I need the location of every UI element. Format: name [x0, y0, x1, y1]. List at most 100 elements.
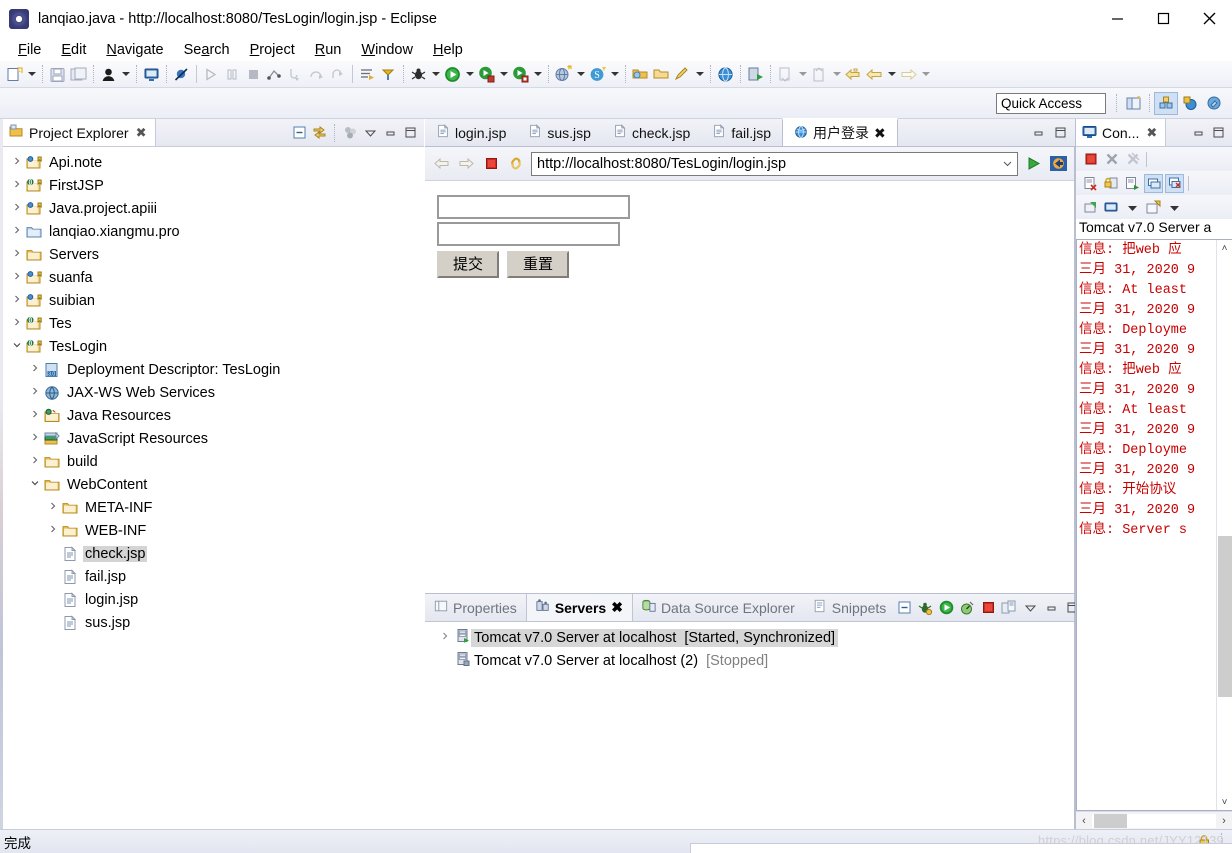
run-icon[interactable]: [442, 64, 463, 85]
tree-item[interactable]: suibian: [3, 289, 424, 312]
open-console-icon[interactable]: [1081, 198, 1100, 217]
server-row[interactable]: Tomcat v7.0 Server at localhost (2) [Sto…: [425, 649, 1074, 672]
chevron-right-icon[interactable]: [27, 363, 43, 376]
tree-item[interactable]: Servers: [3, 243, 424, 266]
chevron-right-icon[interactable]: [45, 524, 61, 537]
tree-item[interactable]: TesLogin: [3, 335, 424, 358]
chevron-right-icon[interactable]: [27, 432, 43, 445]
collapse-all-icon[interactable]: [290, 124, 308, 142]
bottom-tab[interactable]: Servers ✖: [525, 594, 633, 621]
clear-console-icon[interactable]: [1081, 174, 1100, 193]
menu-window[interactable]: Window: [351, 38, 423, 61]
tree-item[interactable]: suanfa: [3, 266, 424, 289]
tree-item[interactable]: Api.note: [3, 151, 424, 174]
chevron-right-icon[interactable]: [27, 409, 43, 422]
skip-breakpoints-icon[interactable]: [171, 64, 192, 85]
view-menu-icon[interactable]: [1021, 599, 1039, 617]
chevron-right-icon[interactable]: [435, 631, 455, 644]
next-annotation-dropdown-icon[interactable]: [796, 64, 809, 85]
submit-button[interactable]: 提交: [437, 251, 500, 279]
menu-file[interactable]: File: [8, 38, 51, 61]
console-view-icon[interactable]: [141, 64, 162, 85]
go-play-icon[interactable]: [1023, 154, 1043, 174]
save-icon[interactable]: [47, 64, 68, 85]
console-horizontal-scrollbar[interactable]: ‹ ›: [1076, 811, 1232, 829]
tree-item[interactable]: fail.jsp: [3, 565, 424, 588]
new-console-view-icon[interactable]: [1144, 198, 1163, 217]
console-vertical-scrollbar[interactable]: ˄ ˅: [1216, 240, 1232, 810]
person-dropdown-icon[interactable]: [119, 64, 132, 85]
new-servlet-dropdown-icon[interactable]: [608, 64, 621, 85]
password-input[interactable]: [437, 222, 620, 246]
chevron-down-icon[interactable]: [9, 340, 25, 353]
close-icon[interactable]: ✖: [874, 125, 886, 142]
terminate-icon[interactable]: [1081, 150, 1100, 169]
link-with-editor-icon[interactable]: [310, 124, 328, 142]
maximize-button[interactable]: [1140, 0, 1186, 38]
maximize-view-icon[interactable]: [401, 124, 419, 142]
close-icon[interactable]: ✖: [136, 125, 147, 141]
minimize-button[interactable]: [1094, 0, 1140, 38]
new-icon[interactable]: [4, 64, 25, 85]
chevron-right-icon[interactable]: [9, 179, 25, 192]
run-server-dropdown-icon[interactable]: [497, 64, 510, 85]
menu-project[interactable]: Project: [240, 38, 305, 61]
open-external-browser-icon[interactable]: [1048, 154, 1068, 174]
publish-icon[interactable]: [1000, 599, 1018, 617]
perspective-debug-icon[interactable]: [1202, 92, 1226, 115]
chevron-right-icon[interactable]: [9, 248, 25, 261]
editor-tab[interactable]: sus.jsp: [517, 119, 602, 146]
start-server-icon[interactable]: [937, 599, 955, 617]
search-pencil-icon[interactable]: [672, 64, 693, 85]
minimize-view-icon[interactable]: [1189, 124, 1207, 142]
chevron-right-icon[interactable]: [9, 225, 25, 238]
view-menu-shapes-icon[interactable]: [341, 124, 359, 142]
url-combo[interactable]: http://localhost:8080/TesLogin/login.jsp: [531, 151, 1018, 176]
profile-server-icon[interactable]: [958, 599, 976, 617]
minimize-view-icon[interactable]: [1042, 599, 1060, 617]
console-output[interactable]: 信息: 把web 应三月 31, 2020 9 信息: At least 三月 31…: [1076, 239, 1232, 811]
tree-item[interactable]: login.jsp: [3, 588, 424, 611]
tree-item[interactable]: JavaScript Resources: [3, 427, 424, 450]
debug-dropdown-icon[interactable]: [429, 64, 442, 85]
debug-server-icon[interactable]: [916, 599, 934, 617]
bottom-tab[interactable]: Data Source Explorer: [633, 594, 804, 621]
scroll-track[interactable]: [1217, 256, 1232, 794]
chevron-down-icon[interactable]: [999, 158, 1015, 169]
last-edit-location-icon[interactable]: [843, 64, 864, 85]
scroll-right-icon[interactable]: ›: [1216, 815, 1232, 827]
chevron-down-icon[interactable]: [27, 478, 43, 491]
tree-item[interactable]: check.jsp: [3, 542, 424, 565]
forward-arrow-icon[interactable]: [456, 154, 476, 174]
url-text[interactable]: http://localhost:8080/TesLogin/login.jsp: [537, 156, 999, 172]
bottom-tab[interactable]: Properties: [425, 594, 526, 621]
open-resource-icon[interactable]: [651, 64, 672, 85]
menu-help[interactable]: Help: [423, 38, 473, 61]
perspective-java-ee-icon[interactable]: [1154, 91, 1178, 115]
chevron-right-icon[interactable]: [27, 455, 43, 468]
tree-item[interactable]: lanqiao.xiangmu.pro: [3, 220, 424, 243]
menu-edit[interactable]: Edit: [51, 38, 96, 61]
scroll-track-horizontal[interactable]: [1092, 813, 1216, 828]
maximize-view-icon[interactable]: [1209, 124, 1227, 142]
scroll-lock-icon[interactable]: [1102, 174, 1121, 193]
chevron-right-icon[interactable]: [9, 202, 25, 215]
back-arrow-icon[interactable]: [431, 154, 451, 174]
view-menu-icon[interactable]: [361, 124, 379, 142]
quick-access-input[interactable]: [996, 92, 1106, 114]
new-web-project-icon[interactable]: [553, 64, 574, 85]
run-as-server-icon[interactable]: [745, 64, 766, 85]
tree-item[interactable]: FirstJSP: [3, 174, 424, 197]
external-tools-icon[interactable]: [378, 64, 399, 85]
chevron-down-icon[interactable]: [1123, 198, 1142, 217]
search-dropdown-icon[interactable]: [693, 64, 706, 85]
menu-run[interactable]: Run: [305, 38, 352, 61]
chevron-down-icon[interactable]: [1165, 198, 1184, 217]
pin-console-icon[interactable]: [1144, 173, 1163, 193]
scroll-thumb-horizontal[interactable]: [1094, 813, 1127, 828]
minimize-view-icon[interactable]: [381, 124, 399, 142]
show-console-on-output-icon[interactable]: [1123, 174, 1142, 193]
perspective-web-icon[interactable]: [1178, 92, 1202, 115]
tree-item[interactable]: build: [3, 450, 424, 473]
minimize-editor-icon[interactable]: [1029, 124, 1047, 142]
